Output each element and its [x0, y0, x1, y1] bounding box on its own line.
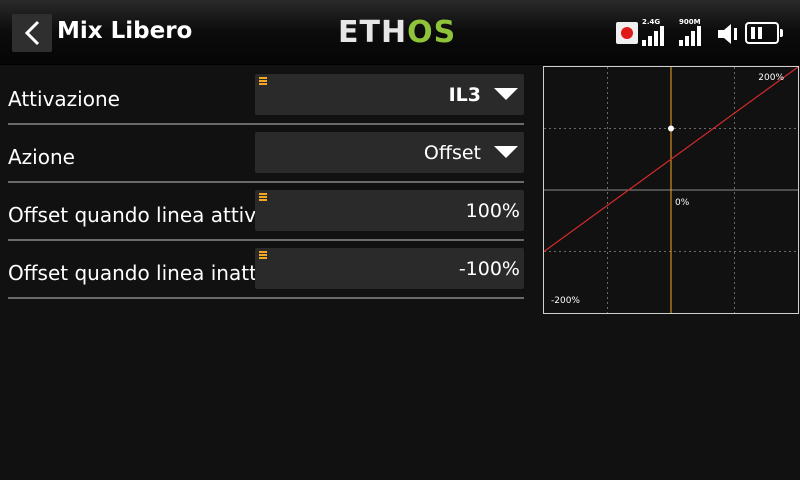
offset-inactive-value: -100%: [458, 258, 520, 280]
dropdown-arrow-icon: [494, 88, 518, 100]
dropdown-arrow-icon: [494, 146, 518, 158]
menu-icon: [259, 251, 267, 260]
action-row: Azione Offset: [8, 132, 524, 190]
signal-2g4-label: 2.4G: [642, 18, 661, 26]
divider: [8, 297, 524, 299]
ethos-logo: ETHOS: [338, 15, 457, 50]
page-title: Mix Libero: [57, 18, 193, 44]
action-value: Offset: [423, 142, 481, 164]
curve-marker-point: [668, 125, 674, 132]
divider: [8, 239, 524, 241]
action-dropdown[interactable]: Offset: [255, 132, 524, 173]
divider: [8, 181, 524, 183]
signal-900m-icon: [679, 26, 705, 46]
offset-active-value: 100%: [465, 200, 520, 222]
offset-inactive-field[interactable]: -100%: [255, 248, 524, 289]
battery-icon: [745, 22, 783, 44]
menu-icon: [259, 77, 267, 86]
signal-2g4-icon: [642, 26, 668, 46]
header-bar: Mix Libero ETHOS 2.4G 900M: [0, 0, 800, 65]
chart-label-max: 200%: [758, 73, 784, 83]
chevron-left-icon: [24, 20, 40, 46]
offset-active-field[interactable]: 100%: [255, 190, 524, 231]
offset-inactive-row: Offset quando linea inatt -100%: [8, 248, 524, 306]
curve-chart: 200% 0% -200%: [543, 66, 799, 314]
divider: [8, 123, 524, 125]
signal-900m-label: 900M: [679, 18, 701, 26]
activation-row: Attivazione IL3: [8, 74, 524, 132]
record-icon: [616, 22, 638, 44]
activation-dropdown[interactable]: IL3: [255, 74, 524, 115]
curve-chart-svg: [544, 67, 798, 313]
offset-active-row: Offset quando linea attiv 100%: [8, 190, 524, 248]
back-button[interactable]: [12, 14, 52, 52]
speaker-icon: [718, 24, 737, 44]
activation-value: IL3: [448, 84, 481, 106]
chart-label-min: -200%: [551, 296, 580, 306]
menu-icon: [259, 193, 267, 202]
chart-label-zero: 0%: [675, 198, 690, 208]
